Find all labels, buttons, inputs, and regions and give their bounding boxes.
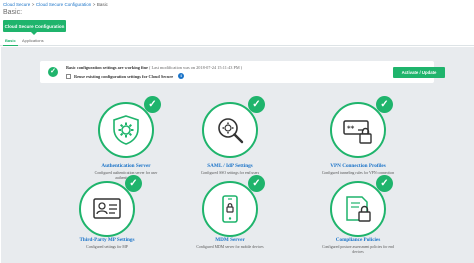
tab-cloud-secure-configuration[interactable]: Cloud Secure Configuration: [3, 20, 66, 35]
breadcrumb: Cloud Secure > Cloud Secure Configuration >…: [3, 2, 108, 7]
card-title[interactable]: VPN Connection Profiles: [293, 163, 423, 169]
card-description: Configured MDM server for mobile devices: [196, 245, 264, 249]
tab-applications[interactable]: Applications: [22, 38, 44, 43]
completed-check-icon: ✓: [248, 175, 265, 192]
completed-check-icon: ✓: [376, 96, 393, 113]
status-text: Basic configuration settings are working…: [66, 65, 148, 70]
shield-gear-icon: [113, 115, 139, 145]
status-message: Basic configuration settings are working…: [66, 65, 242, 70]
card-title[interactable]: Third-Party MP Settings: [42, 237, 172, 243]
breadcrumb-cloud-secure-configuration[interactable]: Cloud Secure Configuration: [36, 2, 91, 7]
page-title: Basic:: [3, 9, 23, 16]
reuse-settings-row: Reuse existing configuration settings fo…: [66, 73, 185, 79]
breadcrumb-current: Basic: [96, 2, 108, 7]
completed-check-icon: ✓: [376, 175, 393, 192]
info-icon[interactable]: i: [178, 73, 185, 79]
card-description: Configured settings for MP: [86, 245, 128, 249]
card-mdm-server[interactable]: ✓ MDM Server Configured MDM server for m…: [165, 175, 295, 263]
card-third-party-mp-settings[interactable]: ✓ Third-Party MP Settings Configured set…: [42, 175, 172, 263]
reuse-settings-label: Reuse existing configuration settings fo…: [74, 73, 174, 79]
completed-check-icon: ✓: [125, 175, 142, 192]
card-title[interactable]: Compliance Policies: [293, 237, 423, 243]
id-card-icon: [93, 198, 121, 219]
completed-check-icon: ✓: [144, 96, 161, 113]
check-icon: ✓: [48, 67, 58, 77]
card-description: Configured posture assessment policies f…: [322, 245, 394, 254]
password-lock-icon: **: [343, 120, 372, 144]
breadcrumb-cloud-secure[interactable]: Cloud Secure: [3, 2, 30, 7]
activate-update-button[interactable]: Activate / Update: [393, 67, 445, 78]
card-title[interactable]: MDM Server: [165, 237, 295, 243]
card-compliance-policies[interactable]: ✓ Compliance Policies Configured posture…: [293, 175, 423, 263]
status-banner: ✓ Basic configuration settings are worki…: [40, 61, 445, 83]
compliance-lock-icon: [346, 196, 371, 222]
sub-tab-bar: Basic Applications: [0, 36, 474, 46]
last-modified-text: ( Last modification was on 2018-07-24 15…: [149, 65, 243, 70]
card-title[interactable]: SAML / IdP Settings: [165, 163, 295, 169]
card-saml-idp-settings[interactable]: ✓ SAML / IdP Settings Configured SSO set…: [165, 96, 295, 187]
svg-text:**: **: [347, 125, 355, 133]
breadcrumb-separator: >: [92, 2, 96, 7]
completed-check-icon: ✓: [248, 96, 265, 113]
tab-basic[interactable]: Basic: [3, 38, 18, 46]
reuse-settings-checkbox[interactable]: [66, 73, 71, 79]
card-vpn-connection-profiles[interactable]: ** ✓ VPN Connection Profiles Configured …: [293, 96, 423, 187]
mobile-device-icon: [222, 195, 238, 223]
breadcrumb-separator: >: [31, 2, 35, 7]
gear-magnifier-icon: [218, 118, 244, 144]
